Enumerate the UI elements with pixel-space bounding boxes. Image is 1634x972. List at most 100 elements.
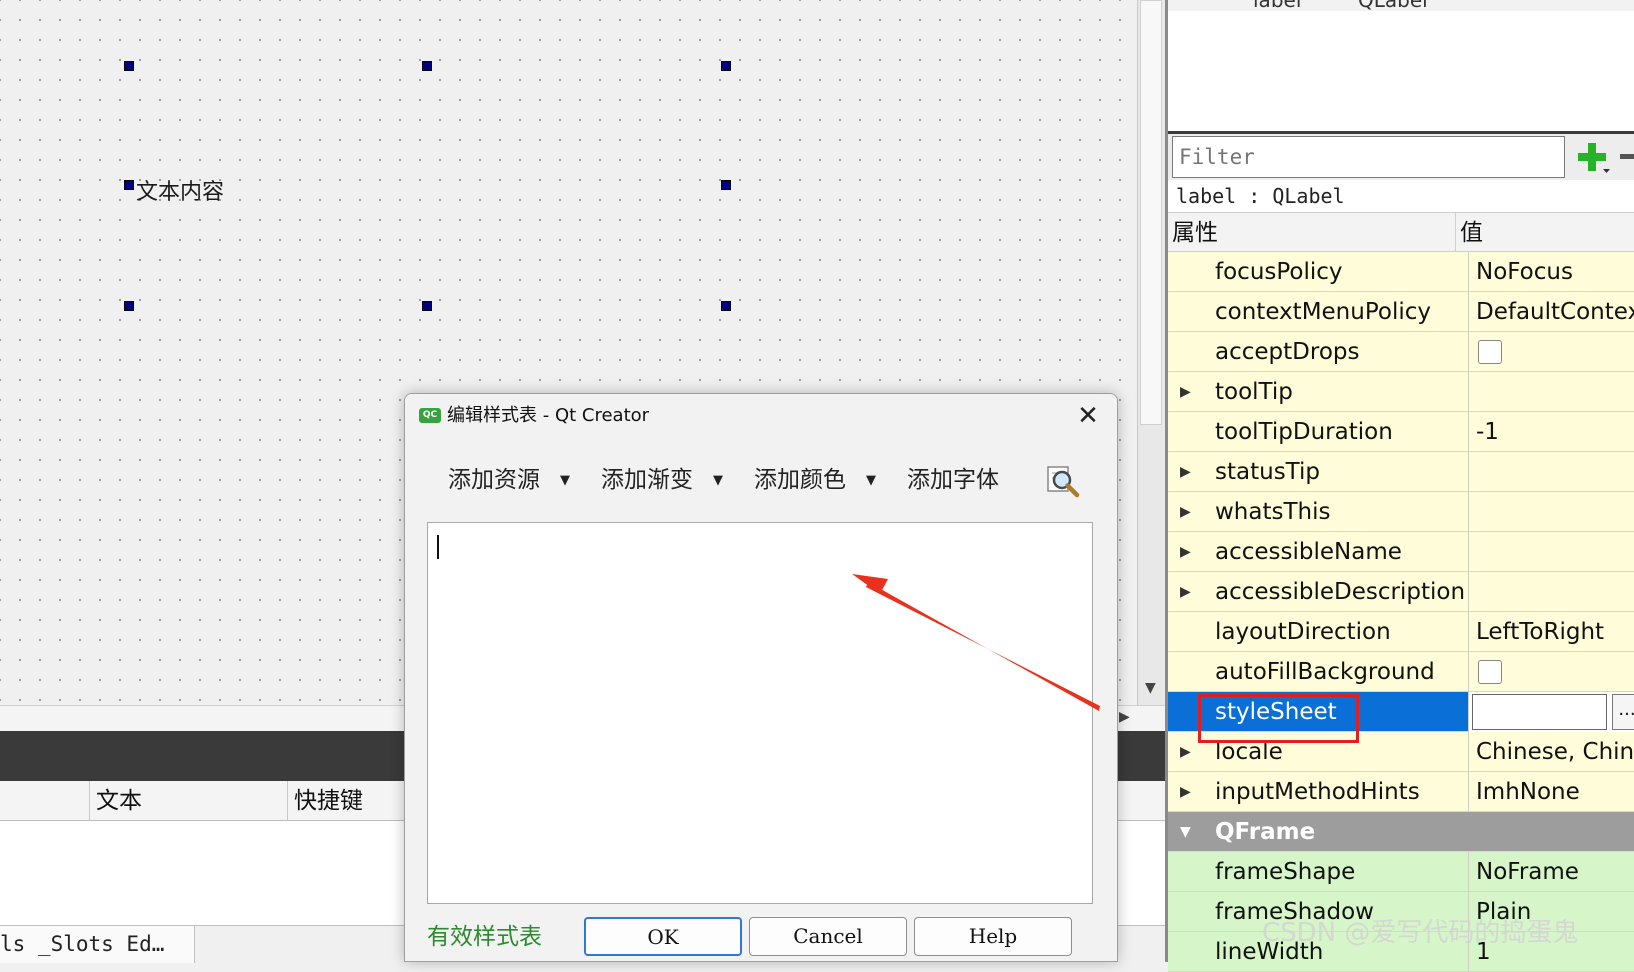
property-value[interactable]: ImhNone	[1468, 772, 1634, 812]
chevron-down-icon[interactable]: ▼	[713, 473, 723, 488]
add-resource-button[interactable]: 添加资源 ▼	[448, 458, 570, 502]
scroll-right-arrow-icon[interactable]: ▶	[1119, 709, 1130, 725]
expand-arrow-icon[interactable]: ▶	[1180, 532, 1191, 572]
dialog-toolbar: 添加资源 ▼ 添加渐变 ▼ 添加颜色 ▼ 添加字体	[405, 458, 1117, 502]
expand-arrow-icon[interactable]: ▶	[1180, 772, 1191, 812]
add-color-label: 添加颜色	[754, 467, 846, 493]
property-value[interactable]: -1	[1468, 412, 1634, 452]
stylesheet-edit-button[interactable]: ...	[1612, 694, 1634, 730]
selection-handle[interactable]	[124, 61, 134, 71]
property-value[interactable]	[1468, 652, 1634, 692]
expand-arrow-icon[interactable]: ▶	[1180, 492, 1191, 532]
close-icon[interactable]: ✕	[1070, 398, 1106, 434]
expand-arrow-icon[interactable]: ▶	[1180, 572, 1191, 612]
property-row-autofillbackground[interactable]: autoFillBackground	[1168, 652, 1634, 692]
property-row-accessibledescription[interactable]: ▶ accessibleDescription	[1168, 572, 1634, 612]
property-column-header[interactable]: 属性	[1172, 213, 1218, 253]
help-button[interactable]: Help	[914, 917, 1072, 956]
find-magnifier-icon[interactable]	[1045, 462, 1081, 498]
chevron-down-icon[interactable]: ▼	[560, 473, 570, 488]
property-name: autoFillBackground	[1215, 659, 1435, 685]
property-value[interactable]: DefaultContext	[1468, 292, 1634, 332]
property-value[interactable]	[1468, 572, 1634, 612]
property-table-header: 属性 值	[1168, 212, 1634, 252]
property-value[interactable]	[1468, 332, 1634, 372]
collapse-arrow-icon[interactable]: ▼	[1180, 812, 1191, 852]
property-row-qframe[interactable]: ▼ QFrame	[1168, 812, 1634, 852]
property-row-tooltipduration[interactable]: toolTipDuration -1	[1168, 412, 1634, 452]
qt-creator-app-icon: QC	[419, 408, 441, 423]
column-header-text[interactable]: 文本	[89, 781, 287, 821]
property-row-focuspolicy[interactable]: focusPolicy NoFocus	[1168, 252, 1634, 292]
property-row-statustip[interactable]: ▶ statusTip	[1168, 452, 1634, 492]
vertical-scrollbar[interactable]: ▼	[1137, 0, 1165, 705]
add-color-button[interactable]: 添加颜色 ▼	[754, 458, 876, 502]
expand-arrow-icon[interactable]: ▶	[1180, 452, 1191, 492]
edit-stylesheet-dialog: QC 编辑样式表 - Qt Creator ✕ 添加资源 ▼ 添加渐变 ▼ 添加颜色…	[404, 393, 1118, 962]
property-value[interactable]: ...	[1468, 692, 1634, 732]
watermark: CSDN @爱写代码的捣蛋鬼	[1262, 918, 1579, 948]
property-value[interactable]	[1468, 452, 1634, 492]
value-column-header[interactable]: 值	[1460, 213, 1483, 253]
property-row-whatsthis[interactable]: ▶ whatsThis	[1168, 492, 1634, 532]
selection-handle[interactable]	[124, 180, 134, 190]
property-value[interactable]: LeftToRight	[1468, 612, 1634, 652]
stylesheet-value-field[interactable]	[1472, 694, 1607, 730]
expand-arrow-icon[interactable]: ▶	[1180, 372, 1191, 412]
selection-handle[interactable]	[721, 180, 731, 190]
property-row-acceptdrops[interactable]: acceptDrops	[1168, 332, 1634, 372]
property-value[interactable]: NoFocus	[1468, 252, 1634, 292]
property-row-layoutdirection[interactable]: layoutDirection LeftToRight	[1168, 612, 1634, 652]
scroll-down-arrow-icon[interactable]: ▼	[1145, 680, 1156, 696]
property-value[interactable]: NoFrame	[1468, 852, 1634, 892]
selection-handle[interactable]	[422, 301, 432, 311]
property-name: acceptDrops	[1215, 339, 1360, 365]
property-row-frameshape[interactable]: frameShape NoFrame	[1168, 852, 1634, 892]
remove-property-minus-icon[interactable]	[1620, 154, 1634, 159]
property-name: toolTip	[1215, 379, 1293, 405]
add-font-button[interactable]: 添加字体	[907, 458, 999, 502]
selection-handle[interactable]	[124, 301, 134, 311]
property-filter-bar	[1168, 134, 1634, 180]
right-dock-panel: label QLabel label : QLabel 属性 值 focusPo…	[1165, 0, 1634, 972]
dialog-title-bar[interactable]: QC 编辑样式表 - Qt Creator ✕	[405, 394, 1117, 438]
ok-button[interactable]: OK	[584, 917, 742, 956]
expand-arrow-icon[interactable]: ▶	[1180, 732, 1191, 772]
property-value[interactable]	[1468, 372, 1634, 412]
property-name: contextMenuPolicy	[1215, 299, 1431, 325]
property-name: accessibleName	[1215, 539, 1402, 565]
object-inspector-header: label QLabel	[1168, 0, 1634, 11]
property-value[interactable]	[1468, 492, 1634, 532]
property-name: QFrame	[1215, 819, 1316, 845]
add-gradient-button[interactable]: 添加渐变 ▼	[601, 458, 723, 502]
cancel-button[interactable]: Cancel	[749, 917, 907, 956]
property-row-tooltip[interactable]: ▶ toolTip	[1168, 372, 1634, 412]
scrollbar-thumb[interactable]	[1140, 0, 1162, 425]
property-value[interactable]: Chinese, China	[1468, 732, 1634, 772]
label-widget-text[interactable]: 文本内容	[136, 174, 224, 206]
text-caret	[437, 535, 439, 559]
validity-status-label: 有效样式表	[427, 924, 542, 950]
object-name-column: label	[1253, 0, 1301, 11]
add-property-plus-icon[interactable]	[1573, 138, 1611, 176]
selection-handle[interactable]	[721, 61, 731, 71]
property-row-inputmethodhints[interactable]: ▶ inputMethodHints ImhNone	[1168, 772, 1634, 812]
stylesheet-text-editor[interactable]	[427, 522, 1093, 904]
add-resource-label: 添加资源	[448, 467, 540, 493]
property-row-accessiblename[interactable]: ▶ accessibleName	[1168, 532, 1634, 572]
annotation-highlight-box	[1198, 694, 1359, 743]
chevron-down-icon[interactable]: ▼	[866, 473, 876, 488]
property-checkbox[interactable]	[1478, 660, 1502, 684]
property-name: layoutDirection	[1215, 619, 1391, 645]
property-value[interactable]	[1468, 532, 1634, 572]
object-inspector-tree[interactable]	[1168, 11, 1634, 131]
property-row-contextmenupolicy[interactable]: contextMenuPolicy DefaultContext	[1168, 292, 1634, 332]
tab-signals-slots-editor[interactable]: ls _Slots Ed…	[0, 926, 195, 963]
property-name: statusTip	[1215, 459, 1321, 485]
property-checkbox[interactable]	[1478, 340, 1502, 364]
property-name: whatsThis	[1215, 499, 1331, 525]
property-filter-input[interactable]	[1172, 136, 1565, 178]
selection-handle[interactable]	[721, 301, 731, 311]
selection-handle[interactable]	[422, 61, 432, 71]
dialog-title: 编辑样式表 - Qt Creator	[447, 405, 650, 426]
